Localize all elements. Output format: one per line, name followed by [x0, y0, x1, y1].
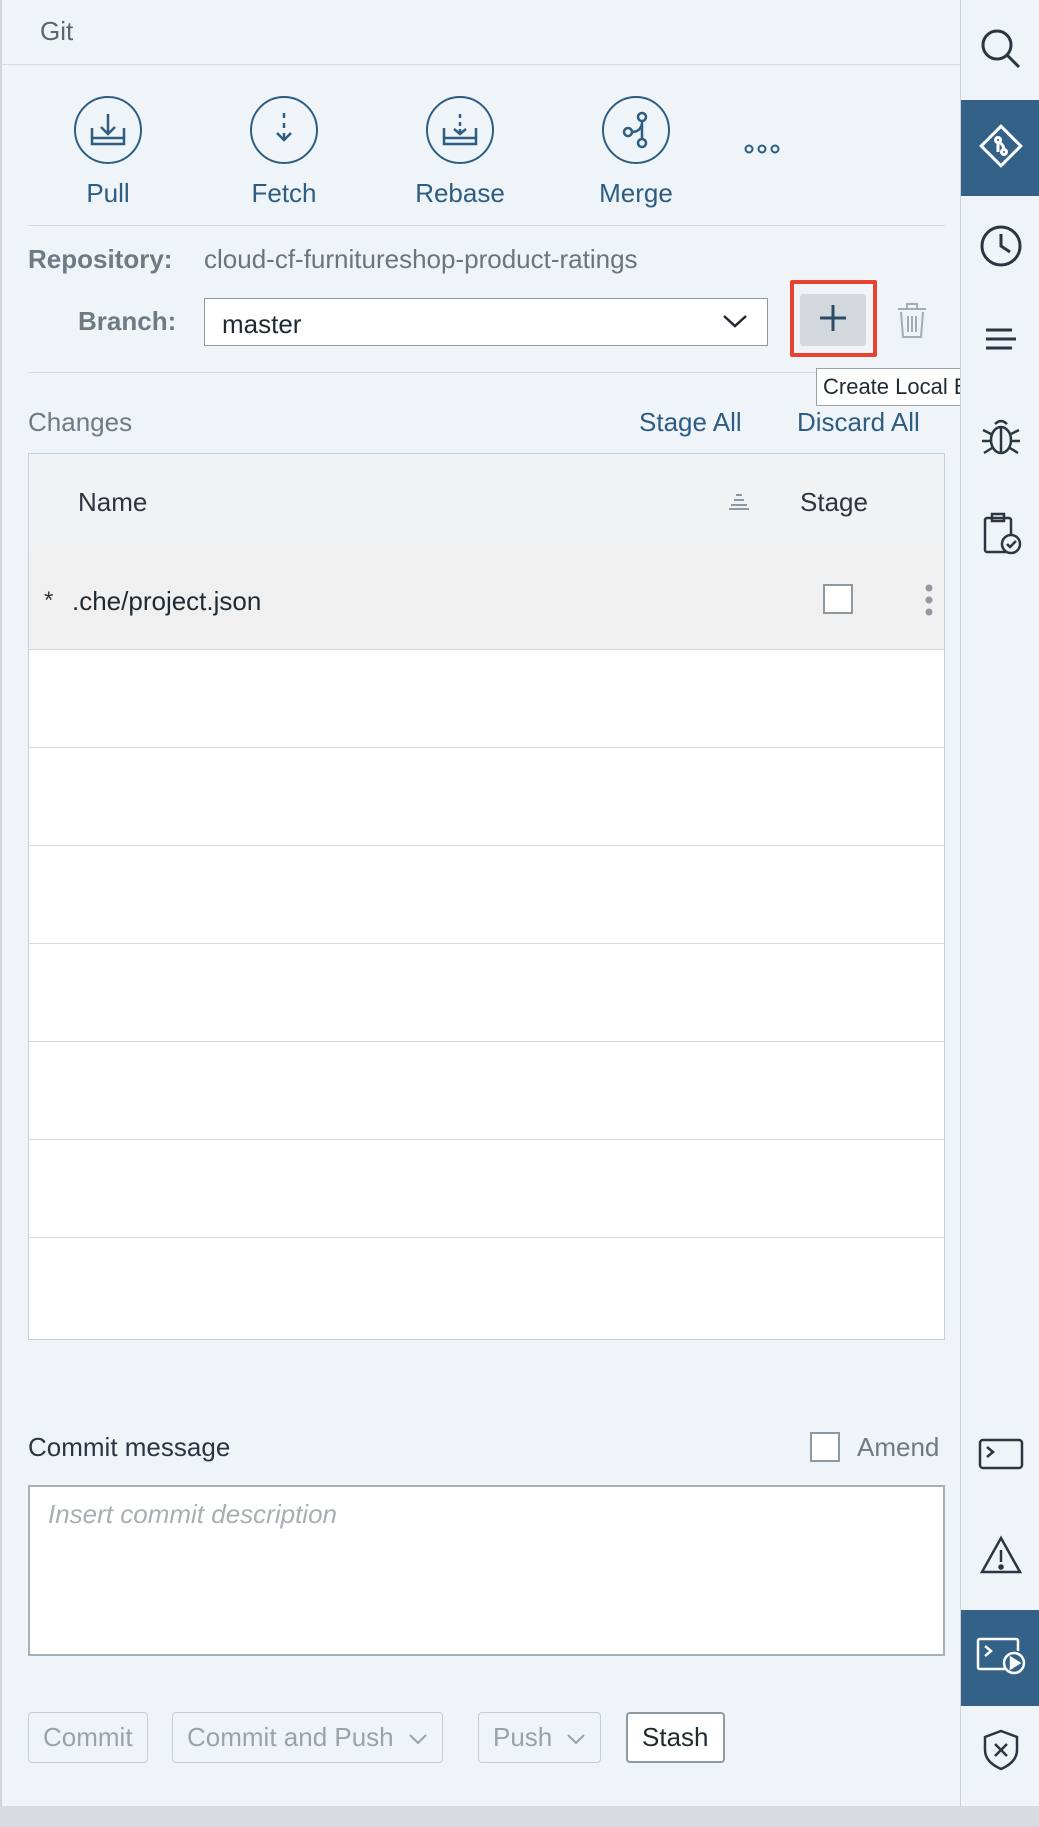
amend-label: Amend	[857, 1432, 940, 1462]
file-name[interactable]: .che/project.json	[72, 586, 261, 617]
fetch-button[interactable]: Fetch	[229, 96, 339, 209]
table-header: Name Stage	[29, 454, 944, 553]
commit-and-push-label: Commit and Push	[187, 1722, 394, 1752]
chevron-down-icon	[721, 311, 749, 336]
discard-all-button[interactable]: Discard All	[797, 407, 920, 438]
repository-label: Repository:	[28, 244, 173, 274]
panel-title-bar: Git	[2, 0, 962, 65]
right-sidebar	[960, 0, 1039, 1806]
pull-label: Pull	[86, 178, 130, 208]
divider	[28, 372, 945, 373]
table-row-empty	[29, 1140, 944, 1238]
chevron-down-icon	[408, 1722, 428, 1753]
pull-button[interactable]: Pull	[53, 96, 163, 209]
pull-icon	[74, 96, 142, 164]
rebase-button[interactable]: Rebase	[405, 96, 515, 209]
push-button-label: Push	[493, 1722, 553, 1752]
stage-checkbox[interactable]	[823, 584, 853, 614]
table-row-empty	[29, 748, 944, 846]
commit-message-label: Commit message	[28, 1432, 231, 1462]
sidebar-item-search[interactable]	[961, 3, 1039, 99]
sidebar-item-security[interactable]	[961, 1704, 1039, 1800]
clipboard-check-icon	[979, 512, 1023, 561]
more-vertical-icon[interactable]	[925, 584, 933, 621]
terminal-icon	[978, 1438, 1024, 1475]
branch-select[interactable]: master	[204, 298, 768, 346]
column-header-name[interactable]: Name	[78, 487, 147, 518]
table-row-empty	[29, 846, 944, 944]
git-panel: Git Pull Fetch Rebase Merge Repository: …	[0, 0, 962, 1806]
merge-button[interactable]: Merge	[581, 96, 691, 209]
commit-message-input[interactable]	[28, 1485, 945, 1656]
rebase-icon	[426, 96, 494, 164]
push-button[interactable]: Push	[478, 1712, 602, 1763]
stash-button[interactable]: Stash	[626, 1712, 725, 1763]
commit-button-label: Commit	[43, 1722, 133, 1752]
history-icon	[979, 224, 1023, 273]
stage-all-button[interactable]: Stage All	[639, 407, 742, 438]
divider	[28, 225, 945, 226]
column-header-stage: Stage	[800, 487, 868, 517]
sidebar-item-tasks[interactable]	[961, 488, 1039, 584]
commit-and-push-button[interactable]: Commit and Push	[172, 1712, 443, 1763]
panel-title: Git	[40, 16, 74, 46]
modified-marker: *	[44, 587, 54, 614]
table-row-empty	[29, 650, 944, 748]
table-row-empty	[29, 1238, 944, 1335]
sidebar-item-history[interactable]	[961, 200, 1039, 296]
sidebar-item-problems[interactable]	[961, 1509, 1039, 1605]
sidebar-item-outline[interactable]	[961, 296, 1039, 392]
run-console-icon	[976, 1637, 1026, 1680]
sidebar-item-debug[interactable]	[961, 390, 1039, 486]
merge-label: Merge	[599, 178, 673, 208]
changes-title: Changes	[28, 407, 133, 437]
warning-icon	[979, 1534, 1023, 1580]
search-icon	[979, 27, 1023, 76]
fetch-label: Fetch	[251, 178, 317, 208]
table-row-empty	[29, 944, 944, 1042]
branch-selected-value: master	[222, 309, 302, 339]
changes-table: Name Stage * .che/project.json	[28, 453, 945, 1340]
merge-icon	[602, 96, 670, 164]
sidebar-item-run-console[interactable]	[961, 1610, 1039, 1706]
security-shield-icon	[981, 1728, 1021, 1777]
chevron-down-icon	[566, 1722, 586, 1753]
amend-checkbox[interactable]	[810, 1432, 840, 1462]
ellipsis-icon[interactable]	[744, 142, 784, 156]
plus-icon	[818, 303, 848, 338]
create-local-branch-button[interactable]	[800, 294, 866, 346]
debug-icon	[979, 414, 1023, 463]
outline-icon	[984, 327, 1018, 362]
sidebar-item-git[interactable]	[961, 100, 1039, 196]
sort-icon[interactable]	[728, 492, 750, 515]
table-row[interactable]: * .che/project.json	[29, 552, 944, 650]
rebase-label: Rebase	[415, 178, 505, 208]
delete-branch-icon[interactable]	[895, 303, 929, 344]
sidebar-item-terminal[interactable]	[961, 1408, 1039, 1504]
stash-button-label: Stash	[642, 1722, 709, 1752]
table-row-empty	[29, 1042, 944, 1140]
status-strip	[0, 1806, 1039, 1827]
fetch-icon	[250, 96, 318, 164]
repository-value: cloud-cf-furnitureshop-product-ratings	[204, 244, 638, 274]
commit-button[interactable]: Commit	[28, 1712, 148, 1763]
branch-label: Branch:	[78, 306, 177, 336]
git-icon	[978, 123, 1024, 174]
